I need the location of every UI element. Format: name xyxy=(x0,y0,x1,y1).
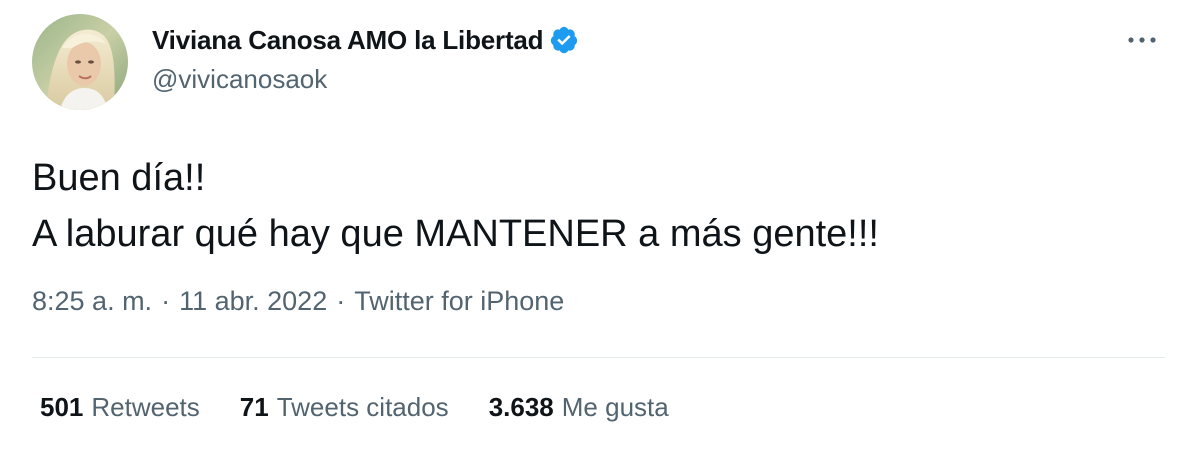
display-name-row: Viviana Canosa AMO la Libertad xyxy=(152,22,579,58)
tweet-card: Viviana Canosa AMO la Libertad @vivicano… xyxy=(0,0,1200,462)
meta-separator: · xyxy=(336,286,346,316)
tweet-date[interactable]: 11 abr. 2022 xyxy=(179,286,327,317)
tweet-meta: 8:25 a. m. · 11 abr. 2022 · Twitter for … xyxy=(32,286,564,317)
divider xyxy=(32,357,1165,358)
quote-tweets-stat[interactable]: 71 Tweets citados xyxy=(240,392,449,423)
retweets-count: 501 xyxy=(40,392,84,422)
likes-label: Me gusta xyxy=(561,392,669,422)
tweet-time[interactable]: 8:25 a. m. xyxy=(32,286,152,317)
likes-count: 3.638 xyxy=(488,392,554,422)
meta-separator: · xyxy=(161,286,171,316)
avatar-image xyxy=(32,14,128,110)
user-handle[interactable]: @vivicanosaok xyxy=(152,64,327,95)
tweet-text-line-2: A laburar qué hay que MANTENER a más gen… xyxy=(32,213,879,255)
retweets-label: Retweets xyxy=(91,392,200,422)
more-options-button[interactable] xyxy=(1122,24,1162,56)
quote-tweets-label: Tweets citados xyxy=(276,392,449,422)
display-name[interactable]: Viviana Canosa AMO la Libertad xyxy=(152,25,544,56)
more-horizontal-icon xyxy=(1128,37,1156,43)
verified-badge-icon xyxy=(549,25,579,55)
tweet-source[interactable]: Twitter for iPhone xyxy=(354,286,564,317)
likes-stat[interactable]: 3.638 Me gusta xyxy=(489,392,669,423)
engagement-stats: 501 Retweets 71 Tweets citados 3.638 Me … xyxy=(40,392,709,423)
quote-tweets-count: 71 xyxy=(239,392,269,422)
avatar[interactable] xyxy=(32,14,128,110)
tweet-text-line-1: Buen día!! xyxy=(32,157,206,199)
tweet-text: Buen día!! A laburar qué hay que MANTENE… xyxy=(32,150,879,262)
retweets-stat[interactable]: 501 Retweets xyxy=(40,392,200,423)
